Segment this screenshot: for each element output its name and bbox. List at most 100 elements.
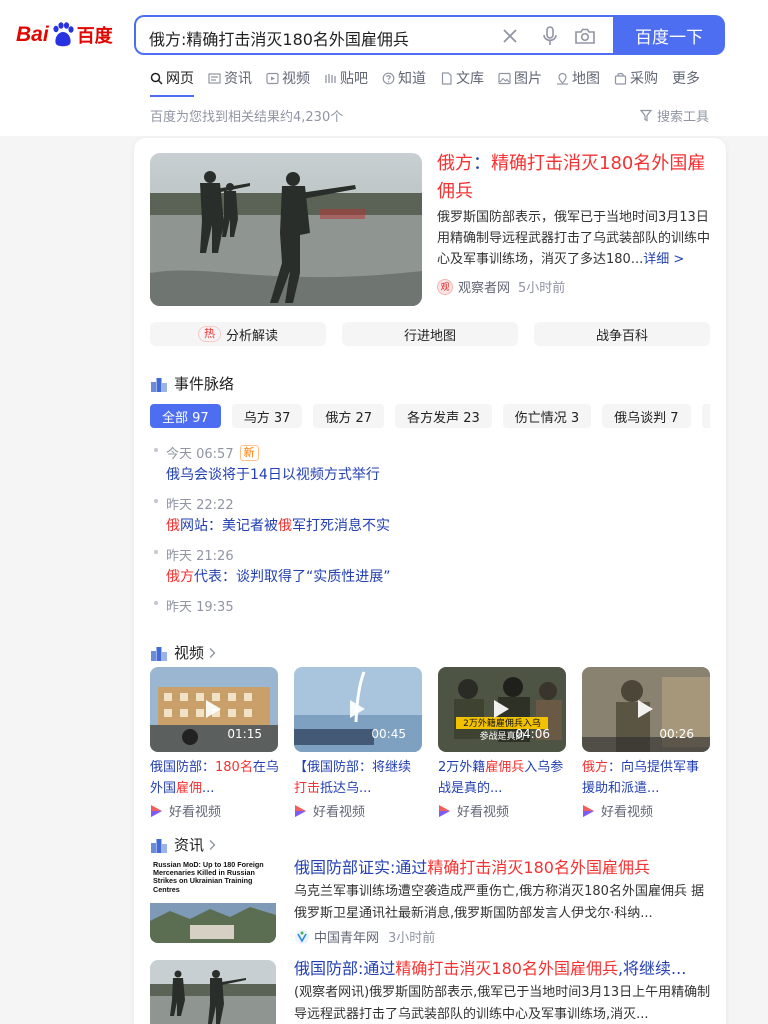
tab-label: 更多 [672, 71, 700, 87]
search-box[interactable]: 俄方:精确打击消灭180名外国雇佣兵 [134, 15, 614, 55]
cyol-logo-icon [294, 929, 310, 945]
video-source: 好看视频 [438, 801, 568, 820]
hero-description: 俄罗斯国防部表示，俄军已于当地时间3月13日用精确制导远程武器打击了乌武装部队的… [437, 207, 715, 270]
video-section-header[interactable]: 视频 [150, 642, 216, 663]
video-thumbnail[interactable]: 01:15 [150, 667, 278, 752]
source-name: 好看视频 [313, 805, 366, 820]
news-source[interactable]: 中国青年网 3小时前 [294, 927, 435, 946]
video-card[interactable]: 00:26 俄方：向乌提供军事援助和派遣... 好看视频 [582, 667, 712, 820]
video-icon [266, 72, 279, 85]
timeline-dot [154, 499, 158, 503]
video-duration: 01:15 [227, 727, 262, 741]
source-name: 观察者网 [458, 281, 511, 296]
result-count: 百度为您找到相关结果约4,230个 [150, 110, 344, 125]
tab-zhidao[interactable]: 知道 [382, 66, 426, 90]
news-title-link[interactable]: 俄国防部:通过精确打击消灭180名外国雇佣兵,将继续... [294, 957, 686, 981]
text-highlight: 雇佣兵 [485, 760, 525, 775]
map-button[interactable]: 行进地图 [342, 322, 518, 346]
source-time: 3小时前 [388, 931, 436, 946]
filter-more[interactable]: 切断 [701, 404, 710, 428]
video-card[interactable]: 00:45 【俄国防部：将继续打击抵达乌... 好看视频 [294, 667, 424, 820]
timeline-dot [154, 448, 158, 452]
video-caption: 俄国防部：180名在乌外国雇佣... [150, 757, 280, 799]
source-name: 好看视频 [457, 805, 510, 820]
haokan-logo-icon [150, 804, 163, 818]
video-thumbnail[interactable]: 00:45 [294, 667, 422, 752]
tab-images[interactable]: 图片 [498, 66, 542, 90]
filter-statements[interactable]: 各方发声 23 [395, 404, 492, 428]
baidu-logo[interactable]: Bai 百度 [16, 18, 120, 52]
hero-source[interactable]: 观 观察者网 5小时前 [437, 277, 565, 296]
timeline-time: 今天 06:57 新 [166, 443, 259, 462]
tab-label: 文库 [456, 71, 484, 87]
news-section-header[interactable]: 资讯 [150, 834, 216, 855]
timeline-time: 昨天 19:35 [166, 600, 234, 615]
timeline-item-link[interactable]: 俄乌会谈将于14日以视频方式举行 [166, 464, 380, 484]
video-card[interactable]: 01:15 俄国防部：180名在乌外国雇佣... 好看视频 [150, 667, 280, 820]
video-caption: 俄方：向乌提供军事援助和派遣... [582, 757, 712, 799]
source-name: 好看视频 [601, 805, 654, 820]
question-icon [382, 72, 395, 85]
microphone-icon[interactable] [539, 25, 561, 47]
filter-all[interactable]: 全部 97 [150, 404, 221, 428]
timeline-item-link[interactable]: 俄网站：美记者被俄军打死消息不实 [166, 515, 390, 535]
tab-label: 视频 [282, 71, 310, 87]
section-title: 资讯 [174, 836, 205, 854]
news-image[interactable]: Russian MoD: Up to 180 Foreign Mercenari… [150, 859, 276, 943]
tab-video[interactable]: 视频 [266, 66, 310, 90]
source-time: 5小时前 [518, 281, 566, 296]
image-icon [498, 72, 511, 85]
haokan-logo-icon [582, 804, 595, 818]
search-button[interactable]: 百度一下 [613, 15, 725, 55]
timeline-filters: 全部 97 乌方 37 俄方 27 各方发声 23 伤亡情况 3 俄乌谈判 7 … [150, 404, 710, 428]
video-thumbnail[interactable]: 2万外籍雇佣兵入乌 参战是真的 04:06 [438, 667, 566, 752]
hero-image[interactable] [150, 153, 422, 306]
text-highlight: 精确打击消灭180名外国雇佣兵 [427, 858, 650, 877]
section-icon [150, 644, 168, 662]
video-duration: 04:06 [515, 727, 550, 741]
haokan-logo-icon [438, 804, 451, 818]
camera-icon[interactable] [574, 25, 596, 47]
search-tools-button[interactable]: 搜索工具 [639, 106, 709, 125]
text-highlight: 俄方 [166, 569, 194, 585]
text: 网站：美记者被 [180, 518, 278, 534]
timeline-item-link[interactable]: 俄方代表：谈判取得了“实质性进展” [166, 566, 391, 586]
tab-purchase[interactable]: 采购 [614, 66, 658, 90]
analysis-button[interactable]: 热 分析解读 [150, 322, 326, 346]
tab-webpage[interactable]: 网页 [150, 66, 194, 90]
hero-title-link[interactable]: 俄方：精确打击消灭180名外国雇佣兵 [437, 150, 715, 206]
news-icon [208, 72, 221, 85]
filter-ukraine[interactable]: 乌方 37 [231, 404, 303, 428]
filter-russia[interactable]: 俄方 27 [313, 404, 385, 428]
tab-more[interactable]: 更多 [672, 66, 700, 90]
video-thumbnail[interactable]: 00:26 [582, 667, 710, 752]
war-wiki-button[interactable]: 战争百科 [534, 322, 710, 346]
tab-label: 知道 [398, 71, 426, 87]
timeline-dot [154, 550, 158, 554]
guancha-logo-icon: 观 [437, 278, 453, 295]
tab-label: 资讯 [224, 71, 252, 87]
tab-wenku[interactable]: 文库 [440, 66, 484, 90]
text-highlight: 俄 [278, 518, 292, 534]
news-image[interactable] [150, 960, 276, 1024]
filter-icon [639, 109, 652, 122]
text: 俄国防部证实:通过 [294, 858, 428, 877]
filter-talks[interactable]: 俄乌谈判 7 [602, 404, 691, 428]
text-highlight: 180名 [215, 760, 253, 775]
news-title-link[interactable]: 俄国防部证实:通过精确打击消灭180名外国雇佣兵 [294, 856, 650, 880]
search-input[interactable]: 俄方:精确打击消灭180名外国雇佣兵 [149, 26, 409, 50]
cart-icon [614, 72, 627, 85]
text: 军打死消息不实 [292, 518, 390, 534]
tab-tieba[interactable]: 贴吧 [324, 66, 368, 90]
tab-news[interactable]: 资讯 [208, 66, 252, 90]
tab-map[interactable]: 地图 [556, 66, 600, 90]
tab-label: 地图 [572, 71, 600, 87]
title-highlight: 俄方 [437, 153, 473, 174]
tab-label: 采购 [630, 71, 658, 87]
video-card[interactable]: 2万外籍雇佣兵入乌 参战是真的 04:06 2万外籍雇佣兵入乌参战是真的... … [438, 667, 568, 820]
haokan-logo-icon [294, 804, 307, 818]
detail-link[interactable]: 详细 > [643, 252, 684, 267]
filter-casualties[interactable]: 伤亡情况 3 [502, 404, 592, 428]
news-description: (观察者网讯)俄罗斯国防部表示,俄军已于当地时间3月13日上午用精确制导远程武器… [294, 985, 711, 1022]
clear-icon[interactable] [499, 25, 521, 47]
